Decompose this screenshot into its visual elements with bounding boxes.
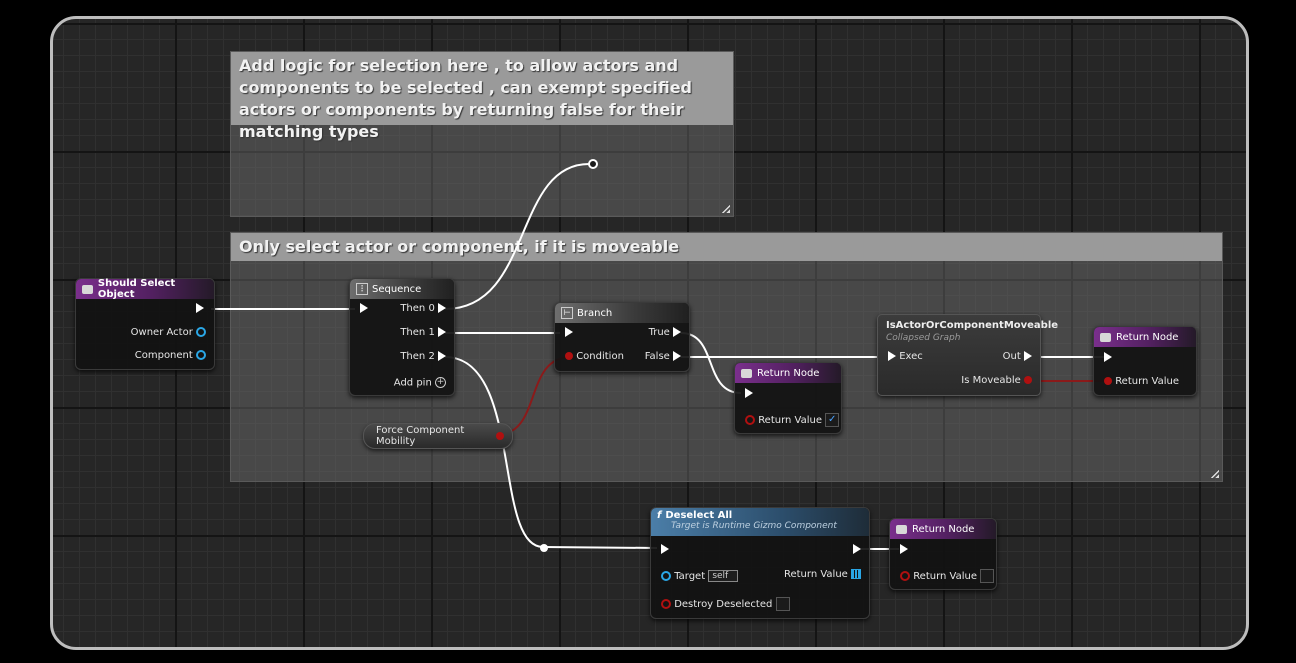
bool-pin-icon bbox=[661, 599, 671, 609]
reroute-node-top bbox=[588, 159, 598, 169]
node-sequence[interactable]: ⋮ Sequence Then 0 Then 1 Then 2 Add pin + bbox=[349, 278, 455, 396]
return-icon bbox=[896, 524, 907, 534]
return-value-pin[interactable]: Return Value bbox=[1104, 376, 1179, 387]
exec-in-pin[interactable] bbox=[565, 327, 573, 338]
then2-pin[interactable]: Then 2 bbox=[400, 351, 446, 362]
bool-pin-icon bbox=[900, 571, 910, 581]
node-return-right[interactable]: Return Node Return Value bbox=[1093, 326, 1197, 396]
node-title: Return Node bbox=[757, 367, 820, 379]
component-pin[interactable]: Component bbox=[135, 350, 206, 361]
destroy-deselected-checkbox[interactable] bbox=[775, 597, 790, 611]
exec-in-pin[interactable] bbox=[1104, 352, 1112, 363]
return-icon bbox=[1100, 332, 1111, 342]
exec-in-pin[interactable] bbox=[900, 544, 908, 555]
then1-pin[interactable]: Then 1 bbox=[400, 327, 446, 338]
add-pin-button[interactable]: Add pin + bbox=[394, 377, 446, 389]
exec-arrow-icon bbox=[673, 351, 681, 361]
exec-wire-then2-to-reroute bbox=[444, 356, 544, 548]
object-pin-icon bbox=[661, 571, 671, 581]
return-value-pin[interactable]: Return Value ✓ bbox=[745, 413, 840, 427]
function-icon: f bbox=[657, 510, 662, 521]
return-value-checkbox[interactable] bbox=[980, 569, 995, 583]
node-title: Should Select Object bbox=[97, 278, 176, 300]
exec-arrow-icon bbox=[888, 351, 896, 361]
exec-out-pin[interactable] bbox=[196, 303, 204, 314]
return-value-out-pin[interactable]: Return Value bbox=[784, 569, 861, 580]
node-title: Return Node bbox=[1116, 331, 1179, 343]
node-should-select-object[interactable]: Should Select Object Owner Actor Compone… bbox=[75, 278, 215, 370]
return-icon bbox=[741, 368, 752, 378]
variable-label: Force Component Mobility bbox=[376, 425, 465, 447]
array-pin-icon bbox=[851, 569, 861, 579]
exec-arrow-icon bbox=[661, 544, 669, 554]
exec-wire-true-to-return bbox=[680, 332, 742, 394]
branch-icon: ⊢ bbox=[561, 307, 573, 319]
exec-arrow-icon bbox=[360, 303, 368, 313]
is-moveable-pin[interactable]: Is Moveable bbox=[961, 375, 1032, 386]
return-value-pin[interactable]: Return Value bbox=[900, 569, 995, 583]
bool-pin-icon bbox=[1024, 376, 1032, 384]
node-subtitle: Target is Runtime Gizmo Component bbox=[671, 521, 837, 531]
target-pin[interactable]: Target self bbox=[661, 570, 739, 582]
node-title: Branch bbox=[577, 307, 613, 319]
object-pin-icon bbox=[196, 350, 206, 360]
owner-actor-pin[interactable]: Owner Actor bbox=[131, 327, 206, 338]
exec-arrow-icon bbox=[438, 303, 446, 313]
exec-arrow-icon bbox=[438, 327, 446, 337]
bool-pin-icon bbox=[565, 352, 573, 360]
exec-wire-reroute-to-deselect bbox=[542, 546, 658, 549]
bool-pin-icon[interactable] bbox=[496, 432, 504, 440]
node-title: Return Node bbox=[912, 523, 975, 535]
node-subtitle: Collapsed Graph bbox=[886, 333, 961, 343]
exec-in-pin[interactable]: Exec bbox=[888, 351, 923, 362]
exec-wire-then0-to-reroute bbox=[444, 163, 590, 310]
node-title: Deselect All bbox=[665, 510, 733, 521]
true-pin[interactable]: True bbox=[649, 327, 681, 338]
sequence-icon: ⋮ bbox=[356, 283, 368, 295]
exec-arrow-icon bbox=[745, 388, 753, 398]
exec-arrow-icon bbox=[853, 544, 861, 554]
plus-circle-icon: + bbox=[435, 377, 446, 388]
node-return-middle[interactable]: Return Node Return Value ✓ bbox=[734, 362, 842, 434]
node-branch[interactable]: ⊢ Branch True Condition False bbox=[554, 302, 690, 372]
return-value-checkbox[interactable]: ✓ bbox=[825, 413, 840, 427]
condition-pin[interactable]: Condition bbox=[565, 351, 624, 362]
exec-arrow-icon bbox=[438, 351, 446, 361]
blueprint-graph-canvas[interactable]: Add logic for selection here , to allow … bbox=[50, 16, 1249, 650]
out-pin[interactable]: Out bbox=[1003, 351, 1032, 362]
exec-out-pin[interactable] bbox=[853, 544, 861, 555]
target-self-field[interactable]: self bbox=[708, 570, 739, 582]
node-title: IsActorOrComponentMoveable bbox=[886, 320, 1059, 331]
exec-in-pin[interactable] bbox=[661, 544, 669, 555]
object-pin-icon bbox=[196, 327, 206, 337]
exec-in-pin[interactable] bbox=[745, 388, 753, 399]
node-deselect-all[interactable]: f Deselect All Target is Runtime Gizmo Co… bbox=[650, 507, 870, 619]
false-pin[interactable]: False bbox=[645, 351, 681, 362]
event-icon bbox=[82, 284, 93, 294]
exec-arrow-icon bbox=[1024, 351, 1032, 361]
exec-arrow-icon bbox=[565, 327, 573, 337]
variable-force-component-mobility[interactable]: Force Component Mobility bbox=[363, 423, 513, 449]
exec-in-pin[interactable] bbox=[360, 303, 368, 314]
reroute-node-bottom bbox=[540, 544, 548, 552]
exec-arrow-icon bbox=[196, 303, 204, 313]
destroy-deselected-pin[interactable]: Destroy Deselected bbox=[661, 597, 790, 611]
exec-arrow-icon bbox=[673, 327, 681, 337]
exec-arrow-icon bbox=[900, 544, 908, 554]
exec-arrow-icon bbox=[1104, 352, 1112, 362]
bool-pin-icon bbox=[1104, 377, 1112, 385]
bool-pin-icon bbox=[745, 415, 755, 425]
node-is-actor-or-component-moveable[interactable]: IsActorOrComponentMoveable Collapsed Gra… bbox=[877, 314, 1058, 396]
then0-pin[interactable]: Then 0 bbox=[400, 303, 446, 314]
node-title: Sequence bbox=[372, 283, 422, 295]
node-return-bottom[interactable]: Return Node Return Value bbox=[889, 518, 997, 590]
